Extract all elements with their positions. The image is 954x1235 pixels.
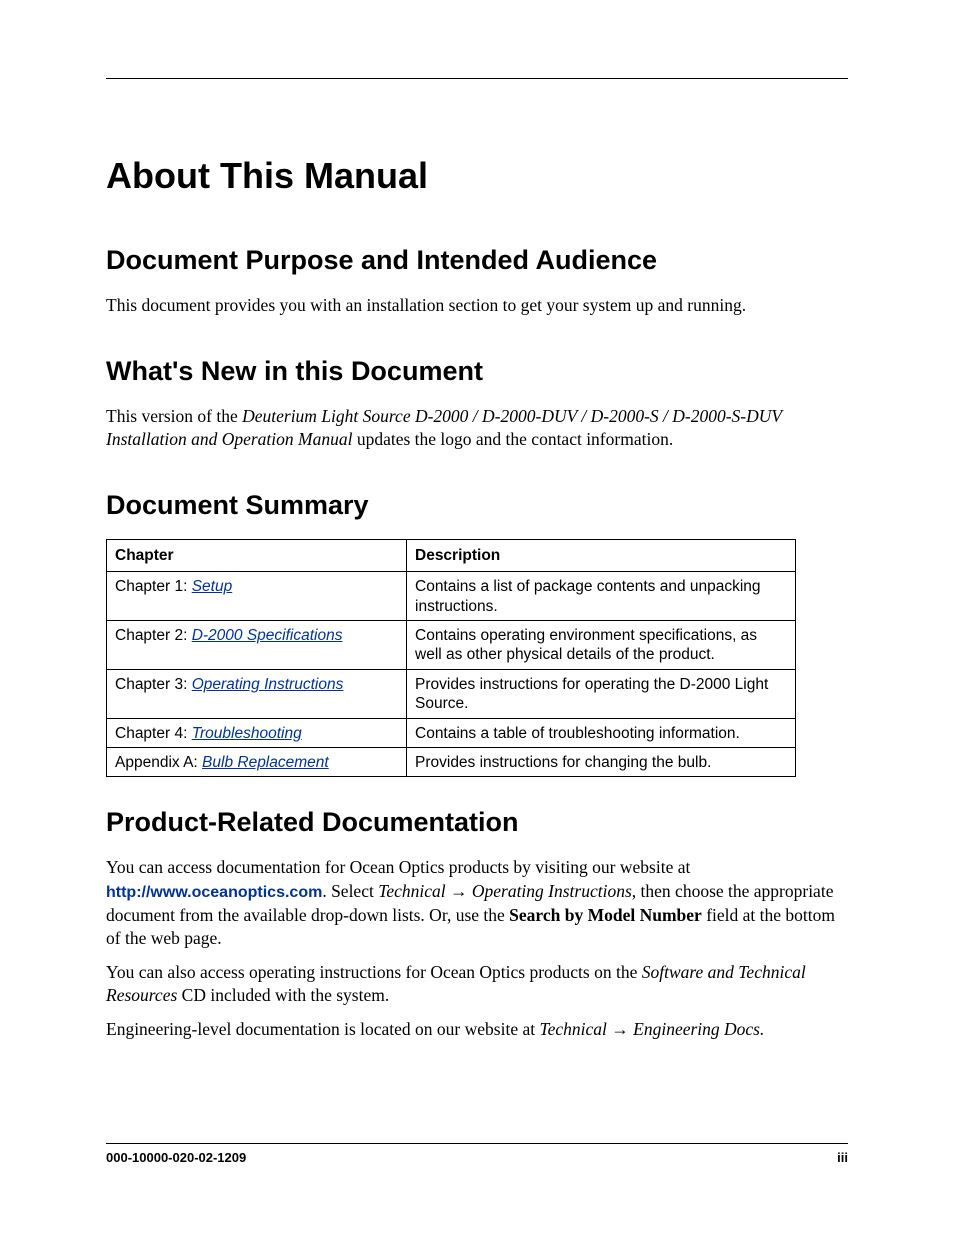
chapter-label: Chapter 2: [115,627,192,644]
document-page: About This Manual Document Purpose and I… [0,0,954,1042]
section-summary: Document Summary Chapter Description Cha… [106,490,848,777]
p1-prefix: You can access documentation for Ocean O… [106,857,690,877]
chapter-link-setup[interactable]: Setup [192,578,233,595]
cell-description: Contains a list of package contents and … [407,572,796,621]
heading-related: Product-Related Documentation [106,807,848,838]
cell-description: Contains operating environment specifica… [407,621,796,670]
table-row: Appendix A: Bulb Replacement Provides in… [107,747,796,776]
section-purpose: Document Purpose and Intended Audience T… [106,245,848,318]
cell-chapter: Chapter 3: Operating Instructions [107,669,407,718]
whatsnew-prefix: This version of the [106,406,242,426]
chapter-label: Chapter 1: [115,578,192,595]
page-footer: 000-10000-020-02-1209 iii [106,1143,848,1165]
cell-description: Provides instructions for operating the … [407,669,796,718]
top-rule [106,78,848,79]
body-whatsnew: This version of the Deuterium Light Sour… [106,405,848,452]
table-row: Chapter 1: Setup Contains a list of pack… [107,572,796,621]
related-p3: Engineering-level documentation is locat… [106,1018,848,1042]
cell-chapter: Chapter 4: Troubleshooting [107,718,407,747]
p1-after-url: . Select [322,881,378,901]
chapter-label: Appendix A: [115,754,202,771]
heading-whatsnew: What's New in this Document [106,356,848,387]
chapter-label: Chapter 4: [115,725,192,742]
nav-path-1: Technical → Operating Instructions [378,881,632,901]
summary-table: Chapter Description Chapter 1: Setup Con… [106,539,796,777]
section-related: Product-Related Documentation You can ac… [106,807,848,1041]
whatsnew-suffix: updates the logo and the contact informa… [352,429,673,449]
heading-purpose: Document Purpose and Intended Audience [106,245,848,276]
chapter-link-bulb[interactable]: Bulb Replacement [202,754,329,771]
cell-description: Contains a table of troubleshooting info… [407,718,796,747]
footer-pagenum: iii [837,1150,848,1165]
related-p2: You can also access operating instructio… [106,961,848,1008]
body-purpose: This document provides you with an insta… [106,294,848,318]
chapter-link-troubleshooting[interactable]: Troubleshooting [192,725,302,742]
page-title: About This Manual [106,155,848,197]
related-p1: You can access documentation for Ocean O… [106,856,848,951]
chapter-link-specs[interactable]: D-2000 Specifications [192,627,343,644]
cell-chapter: Appendix A: Bulb Replacement [107,747,407,776]
footer-docnum: 000-10000-020-02-1209 [106,1150,246,1165]
nav-path-2: Technical → Engineering Docs. [539,1019,764,1039]
p2-suffix: CD included with the system. [177,985,389,1005]
website-link[interactable]: http://www.oceanoptics.com [106,884,322,901]
section-whatsnew: What's New in this Document This version… [106,356,848,452]
cell-chapter: Chapter 1: Setup [107,572,407,621]
header-chapter: Chapter [107,539,407,571]
p3-prefix: Engineering-level documentation is locat… [106,1019,539,1039]
header-description: Description [407,539,796,571]
chapter-link-operating[interactable]: Operating Instructions [192,676,344,693]
cell-description: Provides instructions for changing the b… [407,747,796,776]
p2-prefix: You can also access operating instructio… [106,962,642,982]
heading-summary: Document Summary [106,490,848,521]
search-field-name: Search by Model Number [509,905,702,925]
table-row: Chapter 4: Troubleshooting Contains a ta… [107,718,796,747]
table-header-row: Chapter Description [107,539,796,571]
chapter-label: Chapter 3: [115,676,192,693]
table-row: Chapter 3: Operating Instructions Provid… [107,669,796,718]
table-row: Chapter 2: D-2000 Specifications Contain… [107,621,796,670]
cell-chapter: Chapter 2: D-2000 Specifications [107,621,407,670]
